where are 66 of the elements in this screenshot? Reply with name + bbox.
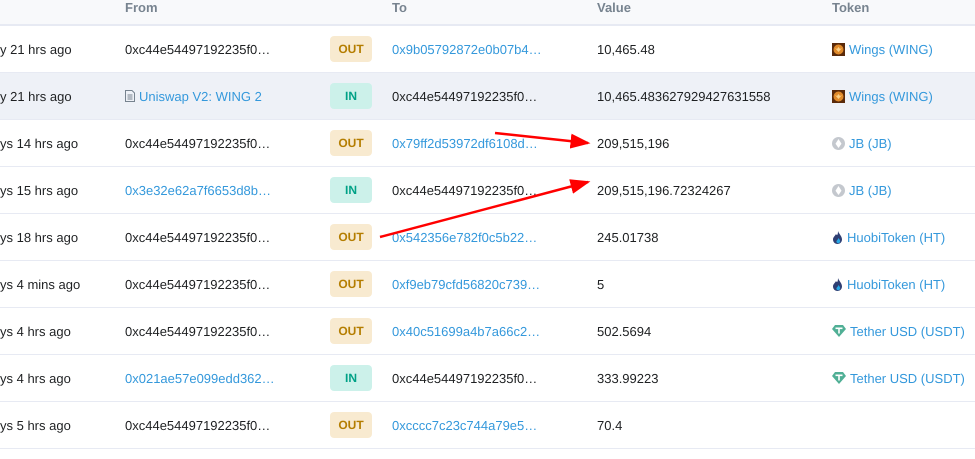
column-header: Token: [832, 0, 870, 17]
token-logo-icon: [832, 42, 845, 56]
value-text: 333.99223: [597, 370, 660, 386]
age-text: ys 4 hrs ago: [0, 324, 72, 338]
address-link[interactable]: 0x021ae57e099edd362…: [125, 370, 330, 386]
token-logo-icon: [832, 90, 845, 102]
token-link[interactable]: JB (JB): [832, 136, 975, 150]
value-text: 70.4: [597, 418, 624, 432]
address-text: 0xc44e54497192235f0…: [125, 418, 272, 432]
direction-badge: IN: [330, 177, 372, 203]
token-link[interactable]: JB (JB): [832, 182, 975, 198]
flame-icon: [832, 230, 843, 244]
age-text: ys 4 hrs ago: [0, 370, 72, 386]
token-link[interactable]: HuobiToken (HT): [832, 276, 975, 292]
address-link[interactable]: 0xf9eb79cfd56820c739…: [392, 276, 597, 292]
column-header: Value: [597, 0, 632, 17]
value-text: 209,515,196.72324267: [597, 182, 732, 198]
value-text: 10,465.48: [597, 42, 656, 56]
value-text: 502.5694: [597, 324, 652, 338]
age-text: ys 15 hrs ago: [0, 182, 80, 198]
age-text: ys 4 mins ago: [0, 276, 82, 292]
token-link[interactable]: HuobiToken (HT): [832, 230, 975, 244]
column-header: From: [125, 0, 158, 17]
direction-badge: OUT: [330, 412, 372, 438]
address-text: 0xc44e54497192235f0…: [392, 370, 538, 386]
diamond-coin-icon: [832, 136, 845, 150]
address-text: 0xc44e54497192235f0…: [125, 324, 272, 338]
age-text: ys 18 hrs ago: [0, 230, 80, 244]
flame-icon: [832, 278, 843, 290]
value-text: 5: [597, 276, 606, 292]
direction-badge: OUT: [330, 318, 372, 344]
document-icon: [125, 90, 135, 102]
address-link[interactable]: 0xcccc7c23c744a79e5…: [392, 418, 597, 432]
age-text: y 21 hrs ago: [0, 42, 73, 56]
value-text: 10,465.483627929427631558: [597, 88, 772, 104]
token-link[interactable]: Wings (WING): [832, 88, 975, 104]
address-text: 0xc44e54497192235f0…: [392, 182, 538, 198]
value-text: 245.01738: [597, 230, 660, 244]
token-link[interactable]: Tether USD (USDT): [832, 324, 975, 338]
age-text: y 21 hrs ago: [0, 88, 73, 104]
address-link[interactable]: 0x3e32e62a7f6653d8b…: [125, 182, 330, 198]
address-link[interactable]: 0x79ff2d53972df6108d…: [392, 136, 597, 150]
age-text: ys 14 hrs ago: [0, 136, 80, 150]
diamond-coin-icon: [832, 184, 845, 196]
value-text: 209,515,196: [597, 136, 670, 150]
address-text: 0xc44e54497192235f0…: [125, 136, 272, 150]
direction-badge: IN: [330, 365, 372, 391]
token-link[interactable]: Tether USD (USDT): [832, 370, 975, 386]
address-text: 0xc44e54497192235f0…: [125, 230, 272, 244]
address-link[interactable]: 0x542356e782f0c5b22…: [392, 230, 597, 244]
direction-badge: OUT: [330, 36, 372, 62]
address-link[interactable]: Uniswap V2: WING 2: [125, 88, 330, 104]
address-text: 0xc44e54497192235f0…: [125, 276, 272, 292]
tether-shield-icon: [832, 325, 846, 337]
age-text: ys 5 hrs ago: [0, 418, 72, 432]
address-text: 0xc44e54497192235f0…: [125, 42, 272, 56]
address-text: 0xc44e54497192235f0…: [392, 88, 538, 104]
column-header: To: [392, 0, 408, 17]
address-link[interactable]: 0x40c51699a4b7a66c2…: [392, 324, 597, 338]
tether-shield-icon: [832, 372, 846, 384]
direction-badge: IN: [330, 83, 372, 109]
direction-badge: OUT: [330, 130, 372, 156]
address-link[interactable]: 0x9b05792872e0b07b4…: [392, 42, 597, 56]
direction-badge: OUT: [330, 271, 372, 297]
direction-badge: OUT: [330, 224, 372, 250]
token-link[interactable]: Wings (WING): [832, 42, 975, 56]
